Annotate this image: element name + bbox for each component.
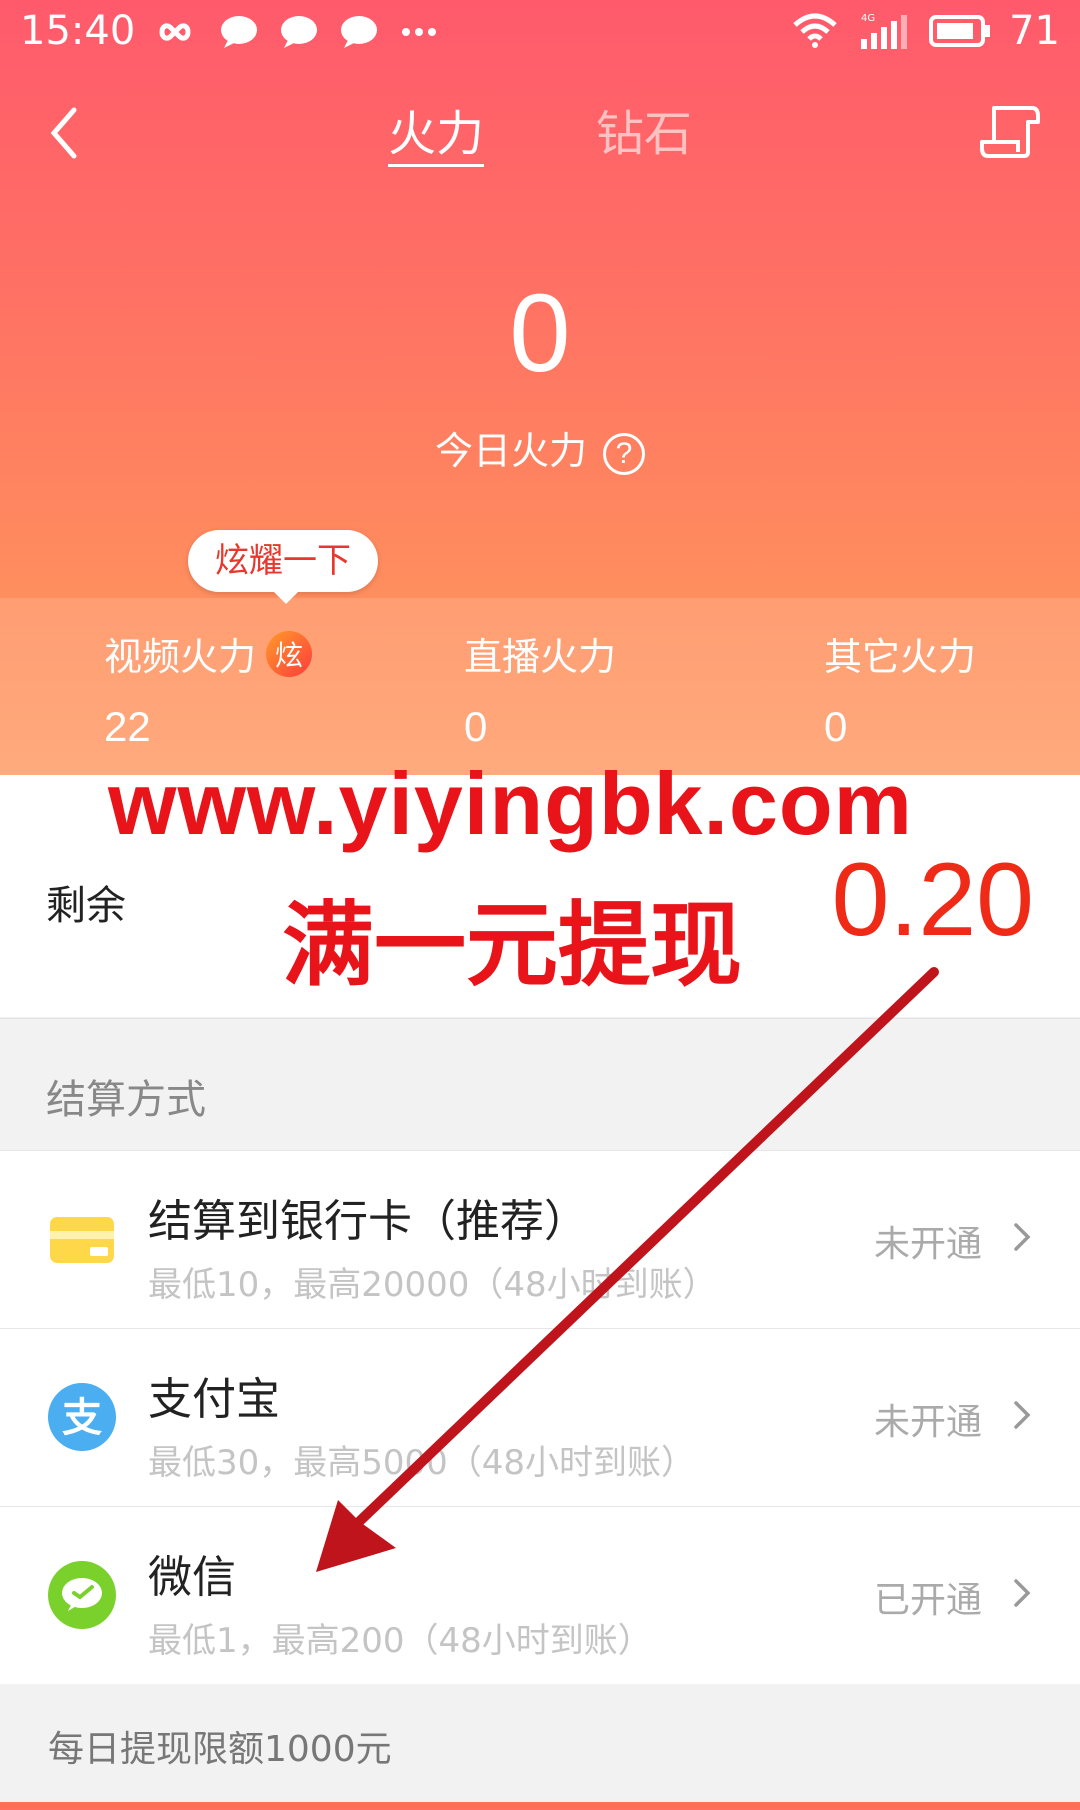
chevron-left-icon	[50, 107, 77, 159]
battery-icon	[929, 15, 991, 47]
method-name-wechat: 微信	[148, 1552, 236, 1603]
method-row-alipay[interactable]: 支 支付宝 最低30，最高5000（48小时到账） 未开通	[0, 1328, 1080, 1506]
tab-active-indicator	[388, 164, 484, 167]
notification-icons	[150, 14, 440, 50]
chevron-right-icon	[1014, 1579, 1031, 1607]
chevron-right-icon	[1014, 1223, 1031, 1251]
stat-other-value: 0	[824, 703, 848, 750]
wifi-icon	[793, 13, 837, 48]
more-dots-icon	[402, 28, 436, 36]
method-row-wechat[interactable]: 微信 最低1，最高200（48小时到账） 已开通	[0, 1506, 1080, 1684]
signal-4g-icon: 4G	[861, 13, 908, 49]
today-fire-label: 今日火力?	[0, 420, 1080, 475]
alipay-icon: 支	[48, 1383, 116, 1451]
today-fire-label-text: 今日火力	[434, 429, 587, 473]
header-area: 15:40 4G 71 火力 钻石 0 今日火力? 视频火力炫 22 直播火力 …	[0, 0, 1080, 775]
stat-other-fire[interactable]: 其它火力 0	[824, 626, 976, 751]
scroll-icon	[980, 106, 1040, 158]
message-icon	[281, 16, 317, 48]
method-desc-alipay: 最低30，最高5000（48小时到账）	[148, 1443, 696, 1483]
stat-live-value: 0	[464, 703, 488, 750]
stat-video-value: 22	[104, 703, 151, 750]
message-icon	[221, 16, 257, 48]
wechat-icon	[48, 1561, 116, 1629]
method-status-alipay: 未开通	[873, 1402, 982, 1443]
remain-section: 剩余 0.20 www.yiyingbk.com 满一元提现	[0, 754, 1080, 1017]
stat-live-label: 直播火力	[464, 635, 617, 679]
stat-live-fire[interactable]: 直播火力 0	[464, 626, 616, 751]
tab-fire[interactable]: 火力	[388, 94, 484, 164]
status-time: 15:40	[20, 8, 136, 54]
method-desc-bank: 最低10，最高20000（48小时到账）	[148, 1265, 717, 1305]
stats-band: 视频火力炫 22 直播火力 0 其它火力 0	[0, 598, 1080, 775]
daily-limit-footer: 每日提现限额1000元	[0, 1684, 1080, 1810]
stat-video-fire[interactable]: 视频火力炫 22	[104, 626, 313, 751]
battery-level: 71	[1009, 8, 1060, 54]
settle-method-list: 结算到银行卡（推荐） 最低10，最高20000（48小时到账） 未开通 支 支付…	[0, 1150, 1080, 1684]
status-bar: 15:40 4G 71	[0, 0, 1080, 66]
message-icon	[341, 16, 377, 48]
infinity-icon	[159, 23, 191, 41]
method-row-bank[interactable]: 结算到银行卡（推荐） 最低10，最高20000（48小时到账） 未开通	[0, 1150, 1080, 1328]
watermark-promo: 满一元提现	[282, 892, 743, 999]
svg-text:支: 支	[62, 1395, 102, 1441]
settle-title: 结算方式	[46, 1077, 206, 1123]
tab-diamond[interactable]: 钻石	[596, 94, 692, 164]
stat-video-label: 视频火力炫	[104, 626, 313, 681]
help-icon[interactable]: ?	[603, 432, 645, 475]
watermark-url: www.yiyingbk.com	[108, 754, 913, 853]
show-off-bubble[interactable]: 炫耀一下	[188, 530, 378, 592]
chevron-right-icon	[1014, 1401, 1031, 1429]
settle-header: 结算方式	[0, 1018, 1080, 1150]
bottom-strip	[0, 1802, 1080, 1810]
show-off-badge[interactable]: 炫	[266, 630, 313, 677]
status-right: 4G 71	[791, 8, 1060, 54]
nav-bar: 火力 钻石	[0, 80, 1080, 180]
stat-video-label-text: 视频火力	[104, 635, 257, 679]
method-status-bank: 未开通	[873, 1224, 982, 1265]
svg-text:4G: 4G	[861, 13, 875, 24]
method-desc-wechat: 最低1，最高200（48小时到账）	[148, 1621, 652, 1661]
bank-card-icon	[50, 1217, 114, 1263]
bubble-tail	[272, 590, 300, 604]
stat-other-label: 其它火力	[824, 635, 977, 679]
back-button[interactable]	[40, 98, 90, 168]
remain-label: 剩余	[46, 883, 126, 929]
method-status-wechat: 已开通	[873, 1580, 982, 1621]
method-name-alipay: 支付宝	[148, 1374, 280, 1425]
remain-amount: 0.20	[831, 842, 1034, 958]
method-name-bank: 结算到银行卡（推荐）	[148, 1196, 588, 1247]
today-fire-value: 0	[509, 272, 571, 395]
share-button[interactable]	[978, 100, 1042, 160]
daily-limit-text: 每日提现限额1000元	[48, 1729, 392, 1770]
